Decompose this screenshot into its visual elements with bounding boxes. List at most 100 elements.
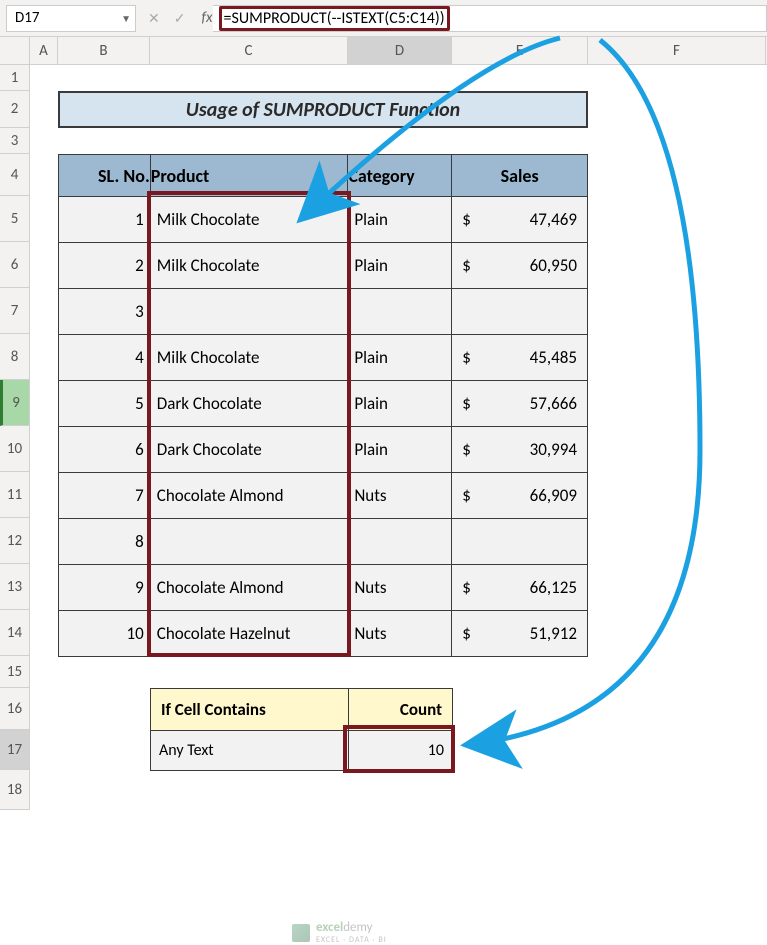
cell-product[interactable]: Milk Chocolate xyxy=(150,335,348,381)
watermark: exceldemy EXCEL · DATA · BI xyxy=(292,920,387,945)
cell-slno[interactable]: 8 xyxy=(59,519,151,565)
page-title: Usage of SUMPRODUCT Function xyxy=(58,91,588,128)
summary-header-count: Count xyxy=(349,689,453,731)
table-row: 6Dark ChocolatePlain$30,994 xyxy=(59,427,588,473)
header-product: Product xyxy=(150,155,348,197)
summary-label[interactable]: Any Text xyxy=(151,731,349,771)
cell-product[interactable]: Chocolate Hazelnut xyxy=(150,611,348,657)
cell-slno[interactable]: 1 xyxy=(59,197,151,243)
spreadsheet-grid: 1 2 3 4 5 6 7 8 9 10 11 12 13 14 15 16 1… xyxy=(0,65,767,810)
row-header-17[interactable]: 17 xyxy=(0,730,30,770)
cell-product[interactable]: Dark Chocolate xyxy=(150,381,348,427)
cell-category[interactable]: Plain xyxy=(348,427,452,473)
watermark-icon xyxy=(292,924,310,942)
row-header-11[interactable]: 11 xyxy=(0,472,30,518)
header-sales: Sales xyxy=(452,155,588,197)
table-row: 3 xyxy=(59,289,588,335)
name-box[interactable]: D17 ▼ xyxy=(6,5,136,32)
formula-bar-input[interactable]: =SUMPRODUCT(--ISTEXT(C5:C14)) xyxy=(213,5,767,32)
cell-category[interactable] xyxy=(348,289,452,335)
cell-sales[interactable]: $47,469 xyxy=(452,197,588,243)
cell-slno[interactable]: 9 xyxy=(59,565,151,611)
cell-category[interactable]: Nuts xyxy=(348,565,452,611)
cell-product[interactable] xyxy=(150,519,348,565)
row-header-4[interactable]: 4 xyxy=(0,154,30,196)
cell-slno[interactable]: 3 xyxy=(59,289,151,335)
row-header-9[interactable]: 9 xyxy=(0,380,30,426)
cell-product[interactable]: Dark Chocolate xyxy=(150,427,348,473)
cell-sales[interactable]: $66,909 xyxy=(452,473,588,519)
col-header-D[interactable]: D xyxy=(348,37,452,64)
watermark-text: exceldemy EXCEL · DATA · BI xyxy=(316,920,387,945)
col-header-F[interactable]: F xyxy=(588,37,766,64)
table-row: 7Chocolate AlmondNuts$66,909 xyxy=(59,473,588,519)
cell-product[interactable]: Milk Chocolate xyxy=(150,197,348,243)
row-header-8[interactable]: 8 xyxy=(0,334,30,380)
table-row: 4Milk ChocolatePlain$45,485 xyxy=(59,335,588,381)
cancel-icon[interactable]: ✕ xyxy=(146,10,162,27)
header-slno: SL. No. xyxy=(59,155,151,197)
row-header-15[interactable]: 15 xyxy=(0,656,30,688)
header-category: Category xyxy=(348,155,452,197)
data-table: SL. No. Product Category Sales 1Milk Cho… xyxy=(58,154,588,657)
cell-category[interactable] xyxy=(348,519,452,565)
col-header-C[interactable]: C xyxy=(150,37,348,64)
cell-sales[interactable] xyxy=(452,289,588,335)
cell-sales[interactable]: $30,994 xyxy=(452,427,588,473)
formula-text: =SUMPRODUCT(--ISTEXT(C5:C14)) xyxy=(219,6,450,31)
formula-bar-row: D17 ▼ ✕ ✓ fx =SUMPRODUCT(--ISTEXT(C5:C14… xyxy=(0,0,767,37)
name-box-dropdown-icon[interactable]: ▼ xyxy=(121,12,135,25)
table-row: 9Chocolate AlmondNuts$66,125 xyxy=(59,565,588,611)
table-row: 1Milk ChocolatePlain$47,469 xyxy=(59,197,588,243)
table-row: 10Chocolate HazelnutNuts$51,912 xyxy=(59,611,588,657)
cell-sales[interactable]: $45,485 xyxy=(452,335,588,381)
cell-product[interactable]: Chocolate Almond xyxy=(150,473,348,519)
cell-slno[interactable]: 5 xyxy=(59,381,151,427)
cell-slno[interactable]: 4 xyxy=(59,335,151,381)
cell-category[interactable]: Plain xyxy=(348,381,452,427)
name-box-value: D17 xyxy=(15,9,39,27)
cell-slno[interactable]: 10 xyxy=(59,611,151,657)
table-row: 8 xyxy=(59,519,588,565)
cell-sales[interactable] xyxy=(452,519,588,565)
row-header-3[interactable]: 3 xyxy=(0,128,30,154)
fx-icon[interactable]: fx xyxy=(201,9,212,27)
cell-sales[interactable]: $60,950 xyxy=(452,243,588,289)
table-row: 2Milk ChocolatePlain$60,950 xyxy=(59,243,588,289)
row-header-1[interactable]: 1 xyxy=(0,65,30,91)
row-header-10[interactable]: 10 xyxy=(0,426,30,472)
cell-product[interactable]: Chocolate Almond xyxy=(150,565,348,611)
col-header-E[interactable]: E xyxy=(452,37,588,64)
table-row: 5Dark ChocolatePlain$57,666 xyxy=(59,381,588,427)
enter-icon[interactable]: ✓ xyxy=(172,10,188,27)
table-header-row: SL. No. Product Category Sales xyxy=(59,155,588,197)
cell-slno[interactable]: 6 xyxy=(59,427,151,473)
select-all-corner[interactable] xyxy=(0,37,30,64)
cell-category[interactable]: Nuts xyxy=(348,473,452,519)
cell-category[interactable]: Plain xyxy=(348,243,452,289)
summary-row: Any Text 10 xyxy=(151,731,453,771)
row-header-14[interactable]: 14 xyxy=(0,610,30,656)
cell-product[interactable] xyxy=(150,289,348,335)
row-header-12[interactable]: 12 xyxy=(0,518,30,564)
cell-category[interactable]: Nuts xyxy=(348,611,452,657)
summary-value[interactable]: 10 xyxy=(349,731,453,771)
row-header-2[interactable]: 2 xyxy=(0,91,30,128)
cell-sales[interactable]: $57,666 xyxy=(452,381,588,427)
cell-slno[interactable]: 2 xyxy=(59,243,151,289)
cell-sales[interactable]: $51,912 xyxy=(452,611,588,657)
cell-category[interactable]: Plain xyxy=(348,335,452,381)
cells-area[interactable]: Usage of SUMPRODUCT Function SL. No. Pro… xyxy=(30,65,767,810)
row-header-5[interactable]: 5 xyxy=(0,196,30,242)
row-header-13[interactable]: 13 xyxy=(0,564,30,610)
row-header-16[interactable]: 16 xyxy=(0,688,30,730)
cell-product[interactable]: Milk Chocolate xyxy=(150,243,348,289)
row-header-6[interactable]: 6 xyxy=(0,242,30,288)
row-header-7[interactable]: 7 xyxy=(0,288,30,334)
cell-slno[interactable]: 7 xyxy=(59,473,151,519)
row-header-18[interactable]: 18 xyxy=(0,770,30,810)
col-header-B[interactable]: B xyxy=(58,37,150,64)
cell-category[interactable]: Plain xyxy=(348,197,452,243)
cell-sales[interactable]: $66,125 xyxy=(452,565,588,611)
col-header-A[interactable]: A xyxy=(30,37,58,64)
